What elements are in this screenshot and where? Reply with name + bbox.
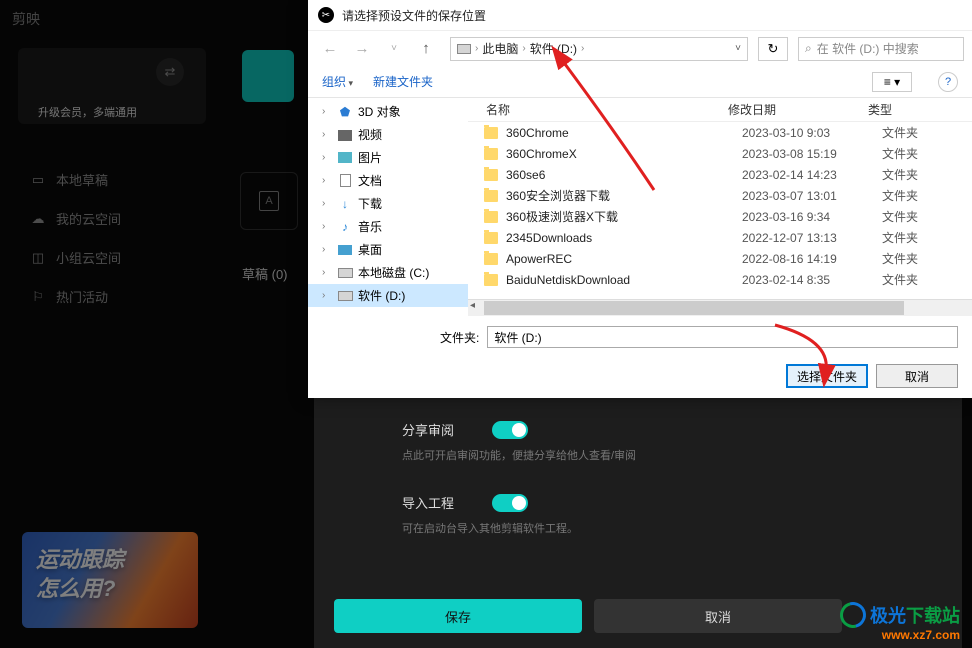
share-review-desc: 点此可开启审阅功能，便捷分享给他人查看/审阅 <box>402 447 874 463</box>
folder-icon <box>484 169 498 181</box>
horizontal-scrollbar[interactable] <box>468 299 972 316</box>
folder-icon <box>484 190 498 202</box>
dialog-title: 请选择预设文件的保存位置 <box>342 7 486 24</box>
file-row[interactable]: 360安全浏览器下载2023-03-07 13:01文件夹 <box>468 185 972 206</box>
tree-item[interactable]: ›文档 <box>308 169 468 192</box>
dialog-cancel-button[interactable]: 取消 <box>876 364 958 388</box>
refresh-button[interactable]: ↻ <box>758 37 788 61</box>
file-dialog: ✂ 请选择预设文件的保存位置 ← → ˅ ↑ › 此电脑 › 软件 (D:) ›… <box>308 0 972 398</box>
import-project-desc: 可在启动台导入其他剪辑软件工程。 <box>402 520 874 536</box>
new-folder-button[interactable]: 新建文件夹 <box>373 73 433 90</box>
breadcrumb[interactable]: › 此电脑 › 软件 (D:) › ˅ <box>450 37 748 61</box>
forward-button[interactable]: → <box>348 35 376 63</box>
share-review-toggle[interactable] <box>492 421 528 439</box>
folder-icon <box>484 274 498 286</box>
view-mode-button[interactable]: ≡ ▾ <box>872 72 912 92</box>
file-row[interactable]: BaiduNetdiskDownload2023-02-14 8:35文件夹 <box>468 269 972 290</box>
file-row[interactable]: 360Chrome2023-03-10 9:03文件夹 <box>468 122 972 143</box>
tree-item[interactable]: ›软件 (D:) <box>308 284 468 307</box>
file-row[interactable]: 2345Downloads2022-12-07 13:13文件夹 <box>468 227 972 248</box>
tree-item[interactable]: ›桌面 <box>308 238 468 261</box>
share-review-label: 分享审阅 <box>402 420 462 439</box>
search-input[interactable]: ⌕ 在 软件 (D:) 中搜索 <box>798 37 964 61</box>
folder-icon <box>484 148 498 160</box>
cancel-button[interactable]: 取消 <box>594 599 842 633</box>
folder-icon <box>484 253 498 265</box>
breadcrumb-dropdown-icon[interactable]: ˅ <box>735 43 741 54</box>
folder-name-input[interactable] <box>487 326 958 348</box>
save-button[interactable]: 保存 <box>334 599 582 633</box>
folder-icon <box>484 127 498 139</box>
tree-item[interactable]: ›本地磁盘 (C:) <box>308 261 468 284</box>
header-name[interactable]: 名称 <box>468 101 728 118</box>
folder-input-label: 文件夹: <box>440 329 479 346</box>
breadcrumb-drive[interactable]: 软件 (D:) <box>530 40 577 57</box>
breadcrumb-pc[interactable]: 此电脑 <box>482 40 518 57</box>
import-project-toggle[interactable] <box>492 494 528 512</box>
select-folder-button[interactable]: 选择文件夹 <box>786 364 868 388</box>
tree-item[interactable]: ›♪音乐 <box>308 215 468 238</box>
back-button[interactable]: ← <box>316 35 344 63</box>
tree-item[interactable]: ›视频 <box>308 123 468 146</box>
import-project-label: 导入工程 <box>402 493 462 512</box>
help-button[interactable]: ? <box>938 72 958 92</box>
drive-icon <box>457 44 471 54</box>
folder-icon <box>484 211 498 223</box>
file-row[interactable]: ApowerREC2022-08-16 14:19文件夹 <box>468 248 972 269</box>
watermark: 极光下载站 www.xz7.com <box>840 602 960 642</box>
file-row[interactable]: 360se62023-02-14 14:23文件夹 <box>468 164 972 185</box>
folder-tree: ›⬟3D 对象›视频›图片›文档›↓下载›♪音乐›桌面›本地磁盘 (C:)›软件… <box>308 98 468 316</box>
search-icon: ⌕ <box>805 41 812 56</box>
folder-icon <box>484 232 498 244</box>
organize-menu[interactable]: 组织 <box>322 73 353 90</box>
tree-item[interactable]: ›↓下载 <box>308 192 468 215</box>
header-type[interactable]: 类型 <box>868 101 972 118</box>
header-date[interactable]: 修改日期 <box>728 101 868 118</box>
dialog-titlebar: ✂ 请选择预设文件的保存位置 <box>308 0 972 30</box>
recent-dropdown[interactable]: ˅ <box>380 35 408 63</box>
tree-item[interactable]: ›图片 <box>308 146 468 169</box>
file-row[interactable]: 360ChromeX2023-03-08 15:19文件夹 <box>468 143 972 164</box>
tree-item[interactable]: ›⬟3D 对象 <box>308 100 468 123</box>
app-icon: ✂ <box>318 7 334 23</box>
file-row[interactable]: 360极速浏览器X下载2023-03-16 9:34文件夹 <box>468 206 972 227</box>
file-list-header: 名称 修改日期 类型 <box>468 98 972 122</box>
file-list: 360Chrome2023-03-10 9:03文件夹360ChromeX202… <box>468 122 972 299</box>
up-button[interactable]: ↑ <box>412 35 440 63</box>
